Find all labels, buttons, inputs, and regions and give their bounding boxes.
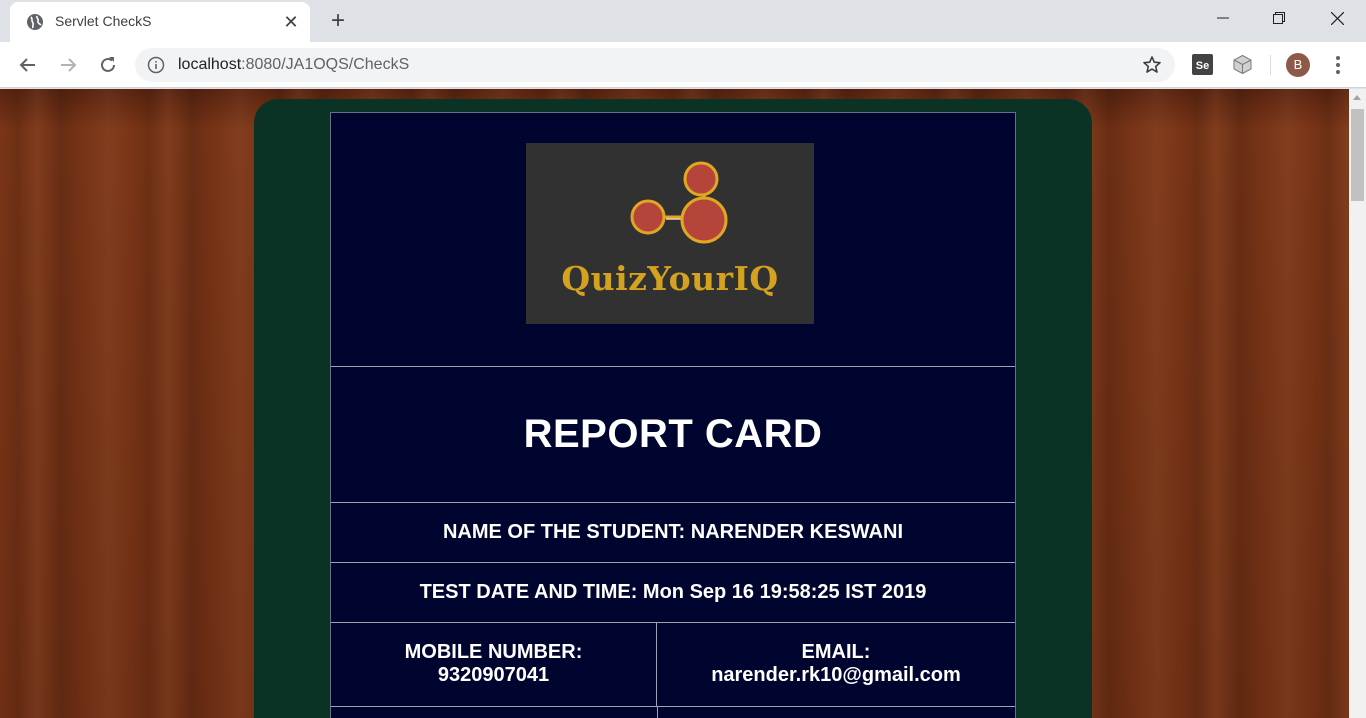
- molecule-logo-icon: [630, 161, 728, 244]
- test-datetime-row: TEST DATE AND TIME: Mon Sep 16 19:58:25 …: [331, 563, 1015, 623]
- minimize-window-button[interactable]: [1194, 0, 1252, 36]
- site-logo: QuizYourIQ: [526, 143, 814, 324]
- email-cell: EMAIL: narender.rk10@gmail.com: [657, 623, 1015, 707]
- table-divider: [657, 707, 658, 718]
- page-viewport: QuizYourIQ REPORT CARD NAME OF THE STUDE…: [0, 89, 1349, 718]
- close-tab-icon[interactable]: ✕: [280, 11, 302, 33]
- close-window-button[interactable]: [1308, 0, 1366, 36]
- browser-tab[interactable]: Servlet CheckS ✕: [10, 2, 310, 42]
- bookmark-star-icon[interactable]: [1142, 55, 1162, 75]
- new-tab-button[interactable]: +: [326, 9, 350, 33]
- profile-avatar[interactable]: B: [1286, 53, 1310, 77]
- scroll-up-arrow-icon[interactable]: [1353, 95, 1361, 100]
- email-value: narender.rk10@gmail.com: [711, 664, 961, 686]
- tab-title: Servlet CheckS: [55, 13, 152, 29]
- url-text[interactable]: localhost:8080/JA1OQS/CheckS: [178, 56, 409, 74]
- minimize-icon: [1217, 17, 1229, 19]
- restore-window-button[interactable]: [1250, 0, 1308, 36]
- info-icon[interactable]: [147, 56, 165, 74]
- student-name-text: NAME OF THE STUDENT: NARENDER KESWANI: [442, 521, 903, 543]
- url-path: :8080/JA1OQS/CheckS: [241, 56, 410, 73]
- back-arrow-icon: [19, 58, 35, 72]
- contact-row: MOBILE NUMBER: 9320907041 EMAIL: narende…: [331, 623, 1015, 707]
- test-datetime-text: TEST DATE AND TIME: Mon Sep 16 19:58:25 …: [419, 581, 927, 603]
- url-host: localhost: [178, 56, 242, 73]
- report-card: QuizYourIQ REPORT CARD NAME OF THE STUDE…: [330, 112, 1016, 718]
- restore-icon: [1273, 12, 1285, 24]
- cube-extension-icon[interactable]: [1232, 54, 1253, 75]
- tab-strip: Servlet CheckS ✕ +: [0, 0, 1366, 42]
- mobile-cell: MOBILE NUMBER: 9320907041: [331, 623, 657, 707]
- reload-icon: [101, 57, 115, 72]
- more-menu-icon[interactable]: [1328, 53, 1348, 77]
- close-icon: [1330, 11, 1344, 25]
- email-label: EMAIL:: [801, 641, 871, 663]
- globe-icon: [27, 14, 43, 30]
- extension-label: Se: [1195, 60, 1210, 72]
- selenium-extension-icon[interactable]: Se: [1192, 54, 1213, 75]
- toolbar-separator: [1270, 55, 1271, 75]
- reload-button[interactable]: [96, 53, 120, 77]
- report-title-section: REPORT CARD: [331, 367, 1015, 503]
- mobile-value: 9320907041: [437, 664, 550, 686]
- browser-toolbar: localhost:8080/JA1OQS/CheckS Se B: [0, 42, 1366, 88]
- logo-text: QuizYourIQ: [561, 259, 779, 298]
- report-panel: QuizYourIQ REPORT CARD NAME OF THE STUDE…: [254, 99, 1092, 718]
- forward-button[interactable]: [56, 53, 80, 77]
- logo-section: QuizYourIQ: [331, 113, 1015, 367]
- page-title: REPORT CARD: [523, 412, 823, 456]
- student-name-row: NAME OF THE STUDENT: NARENDER KESWANI: [331, 503, 1015, 563]
- avatar-letter: B: [1293, 57, 1303, 72]
- back-button[interactable]: [16, 53, 40, 77]
- vertical-scrollbar[interactable]: [1349, 89, 1366, 718]
- forward-arrow-icon: [61, 58, 77, 72]
- address-bar[interactable]: localhost:8080/JA1OQS/CheckS: [135, 48, 1175, 82]
- mobile-label: MOBILE NUMBER:: [404, 641, 583, 663]
- scroll-thumb[interactable]: [1351, 109, 1364, 201]
